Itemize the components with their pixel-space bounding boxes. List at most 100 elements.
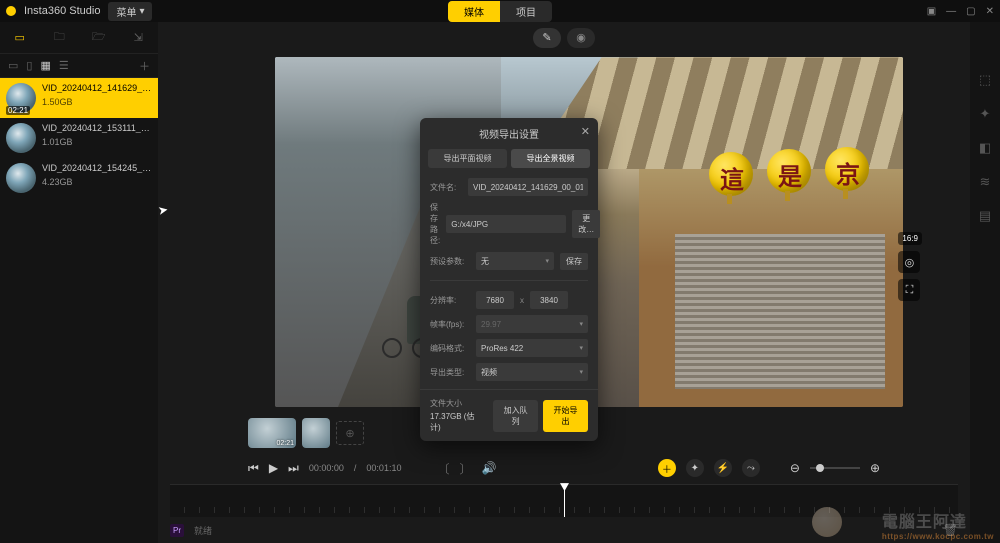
- sidebar: ▭ 🗀 🗁 ⇲ ▭ ▯ ▦ ☰ ＋ 02:21 VID_20240412_141…: [0, 22, 158, 543]
- tab-export-icon[interactable]: ⇲: [119, 31, 159, 44]
- maximize-icon[interactable]: ▢: [966, 6, 975, 17]
- divider: [430, 280, 588, 281]
- media-filesize: 1.50GB: [42, 97, 152, 107]
- view-card-icon[interactable]: ▭: [8, 59, 18, 72]
- label-filename: 文件名:: [430, 182, 462, 193]
- next-frame-icon[interactable]: ⏭: [288, 461, 299, 476]
- modal-header: 视频导出设置 ✕: [420, 118, 598, 149]
- media-filename: VID_20240412_141629_00_019.insv: [42, 83, 152, 93]
- app-title: Insta360 Studio: [24, 5, 100, 17]
- preview-mode-toolbar: ✎ ◉: [158, 22, 970, 53]
- modal-title: 视频导出设置: [479, 126, 539, 141]
- view-thumb-icon[interactable]: ▯: [26, 59, 32, 72]
- right-rail: ⬚ ✦ ◧ ≋ ▤: [970, 22, 1000, 543]
- add-media-icon[interactable]: ＋: [139, 58, 150, 74]
- menu-label: 菜单: [116, 4, 136, 19]
- clip-thumbnail[interactable]: [302, 418, 330, 448]
- playback-controls: ⏮ ▶ ⏭ 00:00:00 / 00:01:10 〔 〕 🔊 ＋ ✦ ⚡ ⤳ …: [158, 455, 970, 482]
- clip-thumbnail[interactable]: 02:21: [248, 418, 296, 448]
- tab-folder2-icon[interactable]: 🗁: [79, 28, 119, 47]
- input-res-height[interactable]: [530, 291, 568, 309]
- media-duration: 02:21: [6, 106, 30, 115]
- input-filename[interactable]: [468, 178, 588, 196]
- fullscreen-icon[interactable]: ⛶: [898, 279, 920, 301]
- minimize-icon[interactable]: —: [946, 6, 956, 17]
- playhead[interactable]: [564, 485, 565, 517]
- flash-icon[interactable]: ⚡: [714, 459, 732, 477]
- play-icon[interactable]: ▶: [269, 461, 278, 475]
- status-bar: Pr 就绪 🗑: [158, 517, 970, 543]
- tab-folder-icon[interactable]: 🗀: [40, 28, 80, 47]
- close-icon[interactable]: ✕: [986, 6, 994, 17]
- add-clip-button[interactable]: ⊕: [336, 421, 364, 445]
- media-filename: VID_20240412_153111_00_039.insv: [42, 123, 152, 133]
- prev-frame-icon[interactable]: ⏮: [248, 461, 259, 476]
- label-savepath: 保存路径:: [430, 202, 440, 246]
- media-thumb-icon: 02:21: [6, 83, 36, 113]
- export-settings-modal: 视频导出设置 ✕ 导出平面视频 导出全景视频 文件名: 保存路径: 更改… 预设…: [420, 118, 598, 441]
- mark-in-icon[interactable]: 〔: [437, 460, 449, 477]
- aspect-ratio-badge[interactable]: 16:9: [898, 232, 922, 245]
- speed-icon[interactable]: ⤳: [742, 459, 760, 477]
- x-separator: x: [520, 296, 524, 305]
- recenter-icon[interactable]: ◎: [898, 251, 920, 273]
- zoom-slider[interactable]: [810, 467, 860, 469]
- menu-button[interactable]: 菜单 ▾: [108, 2, 152, 21]
- tab-project[interactable]: 项目: [500, 1, 552, 22]
- save-preset-button[interactable]: 保存: [560, 253, 588, 270]
- media-thumb-icon: [6, 163, 36, 193]
- tab-media[interactable]: 媒体: [448, 1, 500, 22]
- rail-export-icon[interactable]: ⬚: [979, 72, 991, 88]
- clip-duration: 02:21: [276, 440, 294, 447]
- chevron-down-icon: ▾: [579, 320, 583, 328]
- lantern-glyph: 是: [778, 157, 802, 192]
- modal-footer: 文件大小 17.37GB (估计) 加入队列 开始导出: [420, 389, 598, 441]
- media-list: 02:21 VID_20240412_141629_00_019.insv 1.…: [0, 78, 158, 543]
- select-fps[interactable]: 29.97▾: [476, 315, 588, 333]
- lantern-glyph: 京: [836, 155, 860, 190]
- select-codec[interactable]: ProRes 422▾: [476, 339, 588, 357]
- tab-panorama-video[interactable]: 导出全景视频: [511, 149, 590, 168]
- zoom-out-icon[interactable]: ⊖: [790, 461, 800, 475]
- edit-mode-icon[interactable]: ✎: [533, 28, 561, 48]
- view-grid-icon[interactable]: ▦: [40, 59, 50, 72]
- layout-icon[interactable]: ▣: [927, 6, 936, 17]
- timeline[interactable]: [170, 484, 958, 517]
- keyframe-add-icon[interactable]: ＋: [658, 459, 676, 477]
- rail-color-icon[interactable]: ◧: [979, 140, 991, 156]
- filesize-label: 文件大小: [430, 398, 483, 409]
- tab-image-icon[interactable]: ▭: [0, 31, 40, 44]
- media-item[interactable]: 02:21 VID_20240412_141629_00_019.insv 1.…: [0, 78, 158, 118]
- media-item[interactable]: VID_20240412_153111_00_039.insv 1.01GB: [0, 118, 158, 158]
- change-path-button[interactable]: 更改…: [572, 210, 600, 238]
- input-res-width[interactable]: [476, 291, 514, 309]
- start-export-button[interactable]: 开始导出: [543, 400, 588, 432]
- status-text: 就绪: [194, 524, 212, 537]
- time-current: 00:00:00: [309, 463, 344, 473]
- preview-overlay-controls: 16:9 ◎ ⛶: [898, 232, 922, 301]
- trash-icon[interactable]: 🗑: [943, 523, 958, 537]
- select-preset[interactable]: 无▾: [476, 252, 554, 270]
- rail-layers-icon[interactable]: ▤: [979, 208, 991, 224]
- top-tabs: 媒体 项目: [448, 1, 552, 22]
- label-resolution: 分辨率:: [430, 295, 470, 306]
- view-list-icon[interactable]: ☰: [59, 59, 69, 72]
- media-item[interactable]: VID_20240412_154245_00_042.insv 4.23GB: [0, 158, 158, 198]
- sidebar-category-tabs: ▭ 🗀 🗁 ⇲: [0, 22, 158, 54]
- input-savepath[interactable]: [446, 215, 566, 233]
- select-export-type[interactable]: 视频▾: [476, 363, 588, 381]
- add-to-queue-button[interactable]: 加入队列: [493, 400, 538, 432]
- tab-flat-video[interactable]: 导出平面视频: [428, 149, 507, 168]
- rail-plugin-icon[interactable]: ✦: [980, 106, 991, 122]
- effects-icon[interactable]: ✦: [686, 459, 704, 477]
- volume-icon[interactable]: 🔊: [482, 461, 497, 475]
- filesize-value: 17.37GB (估计): [430, 411, 483, 433]
- rail-adjust-icon[interactable]: ≋: [980, 174, 991, 190]
- export-type-tabs: 导出平面视频 导出全景视频: [420, 149, 598, 176]
- app-logo-icon: [6, 6, 16, 16]
- view-mode-icon[interactable]: ◉: [567, 28, 595, 48]
- premiere-plugin-icon[interactable]: Pr: [170, 524, 184, 537]
- zoom-in-icon[interactable]: ⊕: [870, 461, 880, 475]
- mark-out-icon[interactable]: 〕: [459, 460, 471, 477]
- modal-close-icon[interactable]: ✕: [581, 125, 590, 138]
